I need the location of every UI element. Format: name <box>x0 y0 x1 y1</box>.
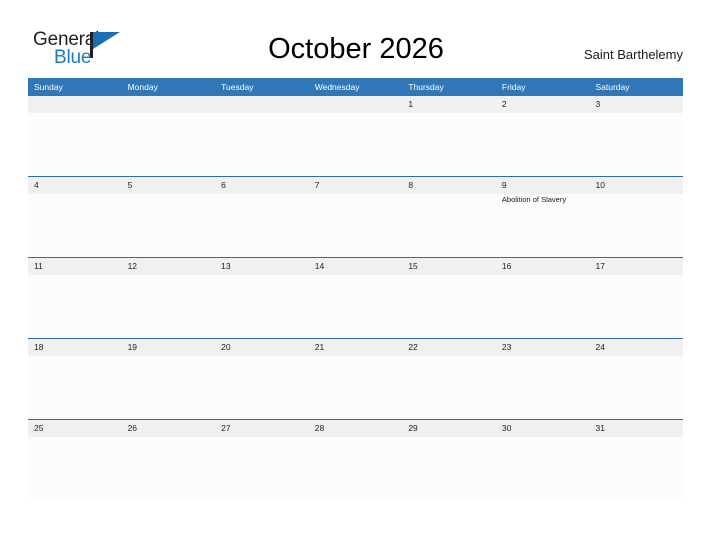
week-row: 11 12 13 14 15 16 17 <box>28 257 683 338</box>
day-number: 10 <box>595 180 605 190</box>
day-cell[interactable]: 18 <box>28 339 122 419</box>
day-cell[interactable]: 22 <box>402 339 496 419</box>
day-cell[interactable]: 20 <box>215 339 309 419</box>
day-event: Abolition of Slavery <box>501 195 567 204</box>
day-cell[interactable]: 15 <box>402 258 496 338</box>
day-number: 20 <box>221 342 231 352</box>
day-number: 17 <box>595 261 605 271</box>
day-cell[interactable]: 12 <box>122 258 216 338</box>
day-cell[interactable]: 25 <box>28 420 122 500</box>
calendar-grid: Sunday Monday Tuesday Wednesday Thursday… <box>28 78 683 500</box>
day-number: 23 <box>501 342 512 352</box>
day-cell[interactable] <box>28 96 122 176</box>
week-row: 1 2 3 <box>28 96 683 176</box>
week-row: 18 19 20 21 22 23 24 <box>28 338 683 419</box>
day-number: 30 <box>501 423 512 433</box>
day-number: 8 <box>408 180 414 190</box>
day-cell[interactable]: 9 Abolition of Slavery <box>496 177 590 257</box>
day-number: 19 <box>127 342 138 352</box>
day-cell[interactable] <box>215 96 309 176</box>
day-number: 1 <box>408 99 414 109</box>
location-label: Saint Barthelemy <box>584 47 683 62</box>
day-number: 4 <box>34 180 39 190</box>
day-number: 28 <box>314 423 325 433</box>
weekday-header-row: Sunday Monday Tuesday Wednesday Thursday… <box>28 78 683 96</box>
day-number: 31 <box>595 423 605 433</box>
weekday-header-friday: Friday <box>501 82 526 92</box>
day-cell[interactable]: 24 <box>589 339 683 419</box>
day-number: 15 <box>408 261 418 271</box>
day-cell[interactable]: 8 <box>402 177 496 257</box>
day-cell[interactable]: 27 <box>215 420 309 500</box>
day-number: 24 <box>595 342 605 352</box>
day-cell[interactable]: 3 <box>589 96 683 176</box>
day-cell[interactable]: 28 <box>309 420 403 500</box>
day-number: 26 <box>127 423 138 433</box>
weekday-header-tuesday: Tuesday <box>221 82 254 92</box>
day-cell[interactable]: 7 <box>309 177 403 257</box>
day-number: 18 <box>34 342 44 352</box>
day-number <box>128 96 216 113</box>
day-cell[interactable]: 29 <box>402 420 496 500</box>
day-cell[interactable]: 31 <box>589 420 683 500</box>
day-cell[interactable]: 23 <box>496 339 590 419</box>
weekday-header-saturday: Saturday <box>595 82 630 92</box>
day-number: 12 <box>127 261 138 271</box>
day-number <box>315 96 403 113</box>
day-cell[interactable]: 1 <box>402 96 496 176</box>
day-number: 7 <box>314 180 320 190</box>
day-cell[interactable]: 14 <box>309 258 403 338</box>
day-cell[interactable]: 26 <box>122 420 216 500</box>
day-number: 21 <box>314 342 325 352</box>
weekday-header-thursday: Thursday <box>408 82 444 92</box>
day-number: 6 <box>221 180 226 190</box>
day-cell[interactable]: 13 <box>215 258 309 338</box>
day-cell[interactable]: 2 <box>496 96 590 176</box>
day-cell[interactable]: 11 <box>28 258 122 338</box>
day-cell[interactable]: 4 <box>28 177 122 257</box>
day-cell[interactable] <box>309 96 403 176</box>
weekday-header-wednesday: Wednesday <box>314 82 360 92</box>
day-number: 14 <box>314 261 325 271</box>
day-number: 25 <box>34 423 44 433</box>
day-number: 3 <box>595 99 601 109</box>
day-number: 27 <box>221 423 231 433</box>
day-number: 5 <box>127 180 133 190</box>
calendar-page: General Blue October 2026 Saint Barthele… <box>0 0 712 550</box>
day-cell[interactable]: 16 <box>496 258 590 338</box>
day-cell[interactable]: 5 <box>122 177 216 257</box>
day-number: 22 <box>408 342 418 352</box>
page-header: General Blue October 2026 Saint Barthele… <box>0 0 712 78</box>
day-number: 29 <box>408 423 418 433</box>
day-cell[interactable]: 21 <box>309 339 403 419</box>
day-number: 2 <box>501 99 507 109</box>
day-number <box>221 96 309 113</box>
week-row: 4 5 6 7 8 9 Abolition of Slavery 10 <box>28 176 683 257</box>
day-cell[interactable] <box>122 96 216 176</box>
day-cell[interactable]: 10 <box>589 177 683 257</box>
day-cell[interactable]: 17 <box>589 258 683 338</box>
day-cell[interactable]: 30 <box>496 420 590 500</box>
day-number: 9 <box>501 180 507 190</box>
week-row: 25 26 27 28 29 30 31 <box>28 419 683 500</box>
day-number <box>34 96 122 113</box>
day-number: 11 <box>34 261 43 271</box>
day-number: 13 <box>221 261 231 271</box>
day-number: 16 <box>501 261 512 271</box>
day-cell[interactable]: 6 <box>215 177 309 257</box>
day-cell[interactable]: 19 <box>122 339 216 419</box>
weekday-header-monday: Monday <box>127 82 158 92</box>
weekday-header-sunday: Sunday <box>34 82 63 92</box>
